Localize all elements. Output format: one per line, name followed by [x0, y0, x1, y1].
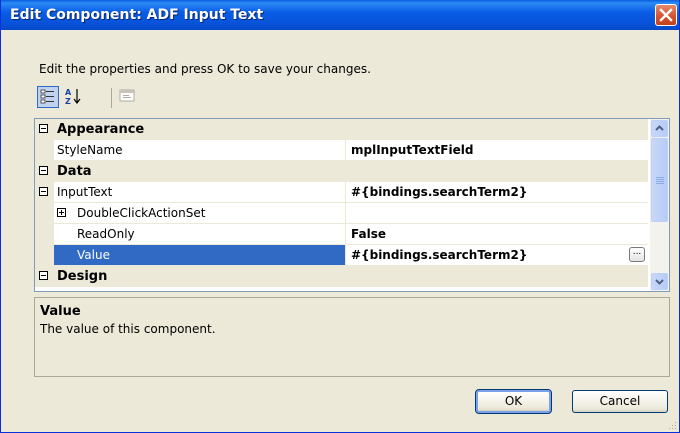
property-value[interactable]: #{bindings.searchTerm2} — [351, 248, 527, 262]
expand-icon[interactable] — [57, 208, 66, 217]
property-row-stylename[interactable]: StyleName mplInputTextField — [35, 140, 648, 161]
property-value[interactable]: mplInputTextField — [351, 143, 473, 157]
close-button[interactable] — [655, 4, 677, 26]
description-panel: Value The value of this component. — [34, 297, 670, 377]
vertical-scrollbar[interactable] — [650, 119, 669, 291]
scroll-down-button[interactable] — [651, 273, 668, 290]
property-row-inputtext[interactable]: InputText #{bindings.searchTerm2} — [35, 182, 648, 203]
property-value[interactable]: False — [351, 227, 386, 241]
category-data[interactable]: Data — [35, 161, 648, 182]
property-value[interactable]: #{bindings.searchTerm2} — [351, 185, 527, 199]
description-text: The value of this component. — [40, 322, 216, 336]
collapse-icon[interactable] — [39, 166, 48, 175]
scroll-up-button[interactable] — [651, 120, 668, 137]
property-pages-icon — [119, 89, 135, 102]
category-label: Appearance — [57, 122, 145, 137]
az-sort-icon: A Z — [65, 88, 81, 106]
collapse-icon[interactable] — [39, 124, 48, 133]
property-name: StyleName — [57, 143, 123, 157]
property-row-value[interactable]: Value #{bindings.searchTerm2} ... — [35, 245, 648, 266]
property-name: InputText — [57, 185, 113, 199]
scroll-thumb[interactable] — [651, 138, 668, 222]
collapse-icon[interactable] — [39, 271, 48, 280]
svg-text:Z: Z — [65, 97, 71, 106]
dialog-title: Edit Component: ADF Input Text — [10, 7, 264, 23]
ok-button[interactable]: OK — [475, 389, 552, 414]
category-appearance[interactable]: Appearance — [35, 119, 648, 140]
chevron-down-icon — [655, 279, 664, 285]
category-label: Data — [57, 164, 92, 179]
description-title: Value — [40, 304, 81, 319]
property-pages-button[interactable] — [117, 86, 139, 108]
categorized-view-button[interactable] — [37, 86, 59, 108]
cancel-button[interactable]: Cancel — [572, 390, 668, 413]
property-row-doubleclickactionset[interactable]: DoubleClickActionSet — [35, 203, 648, 224]
property-grid-rows: Appearance StyleName mplInputTextField D… — [35, 119, 648, 291]
property-toolbar: A Z — [37, 86, 157, 112]
property-grid: Appearance StyleName mplInputTextField D… — [34, 118, 670, 292]
property-name: ReadOnly — [77, 227, 135, 241]
title-bar[interactable]: Edit Component: ADF Input Text — [1, 0, 679, 30]
instructions-text: Edit the properties and press OK to save… — [39, 62, 371, 76]
collapse-icon[interactable] — [39, 187, 48, 196]
dialog-window: Edit Component: ADF Input Text Edit the … — [0, 0, 680, 433]
category-label: Design — [57, 269, 108, 284]
alphabetical-sort-button[interactable]: A Z — [63, 86, 85, 108]
property-row-readonly[interactable]: ReadOnly False — [35, 224, 648, 245]
chevron-up-icon — [655, 125, 664, 131]
property-name: DoubleClickActionSet — [77, 206, 206, 220]
svg-text:A: A — [65, 88, 72, 97]
property-name: Value — [77, 248, 110, 262]
categorized-icon — [40, 89, 54, 104]
close-icon — [659, 8, 673, 22]
resize-grip-icon[interactable] — [667, 420, 677, 430]
ellipsis-button[interactable]: ... — [629, 247, 645, 262]
category-design[interactable]: Design — [35, 266, 648, 287]
toolbar-separator — [111, 88, 112, 108]
